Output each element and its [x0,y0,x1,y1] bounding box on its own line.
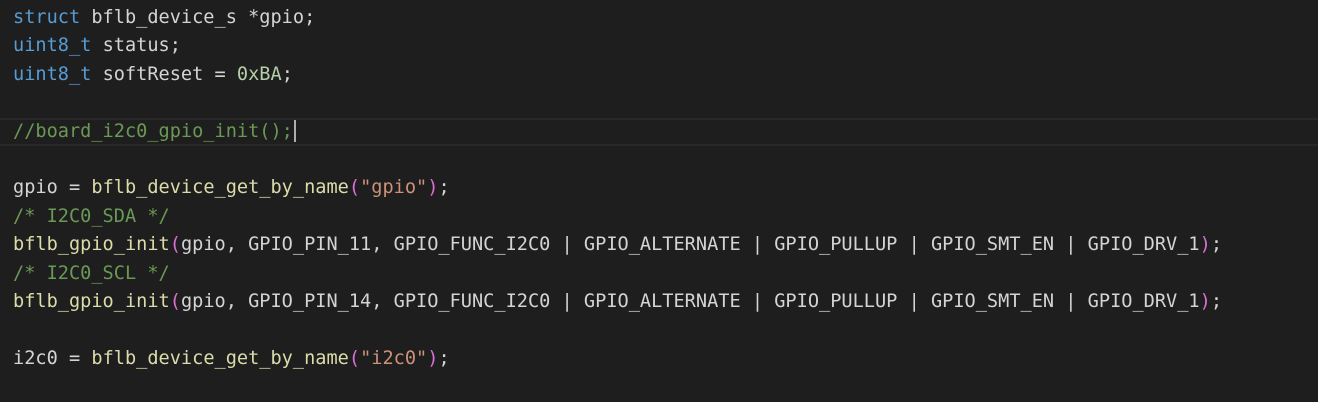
code-line[interactable] [0,146,1318,174]
code-token: bflb_gpio_init [13,291,170,312]
code-token: bflb_device_get_by_name [91,347,349,369]
code-line[interactable]: i2c0 = bflb_device_get_by_name("i2c0"); [0,345,1318,373]
code-line[interactable] [0,316,1318,344]
code-token: /* I2C0_SCL */ [13,262,170,284]
code-token: ; [1210,291,1223,312]
code-line[interactable]: struct bflb_device_s *gpio; [0,4,1318,32]
code-token: ( [348,177,361,199]
code-token: gpio, GPIO_PIN_11, GPIO_FUNC_I2C0 | GPIO… [180,234,1200,256]
code-line[interactable]: bflb_gpio_init(gpio, GPIO_PIN_11, GPIO_F… [0,231,1318,259]
code-token: ( [348,347,361,369]
code-line[interactable]: uint8_t status; [0,32,1318,60]
code-token: //board_i2c0_gpio_init(); [13,120,293,142]
code-editor[interactable]: struct bflb_device_s *gpio; uint8_t statu… [0,0,1318,402]
code-token: "i2c0" [360,347,428,369]
code-token: /* I2C0_SDA */ [13,205,170,227]
code-line[interactable]: uint8_t softReset = 0xBA; [0,61,1318,89]
code-line[interactable]: /* I2C0_SCL */ [0,260,1318,288]
code-token: "gpio" [360,177,428,199]
code-token: softReset = [91,63,237,85]
text-cursor [293,120,296,143]
code-token: ) [427,177,439,199]
code-token: ) [1199,234,1211,256]
code-token: ; [281,63,293,85]
code-token: ( [169,234,181,256]
code-line[interactable] [0,89,1318,117]
code-token: ( [169,291,181,312]
code-token: uint8_t [13,63,92,85]
code-token: 0xBA [236,63,282,85]
code-token: uint8_t [13,35,92,57]
code-token: gpio; [259,7,316,28]
code-token: ) [427,347,439,369]
current-code-line[interactable]: //board_i2c0_gpio_init(); [0,117,1318,146]
code-token: gpio = [13,177,92,199]
code-token: i2c0 = [13,347,92,369]
code-line[interactable]: /* I2C0_SDA */ [0,203,1318,231]
code-token: gpio, GPIO_PIN_14, GPIO_FUNC_I2C0 | GPIO… [180,291,1200,312]
code-token: ; [1210,234,1223,256]
code-token: struct [13,7,81,28]
code-line[interactable]: gpio = bflb_device_get_by_name("gpio"); [0,174,1318,202]
code-line[interactable]: bflb_gpio_init(gpio, GPIO_PIN_14, GPIO_F… [0,288,1318,316]
code-token: bflb_device_get_by_name [91,177,349,199]
code-token: ; [438,177,450,199]
code-token: bflb_device_s [80,7,249,28]
code-token: ; [438,347,450,369]
code-token: bflb_gpio_init [13,234,170,256]
code-token: ) [1199,291,1211,312]
code-token: * [248,7,260,28]
code-token: status; [91,35,181,57]
